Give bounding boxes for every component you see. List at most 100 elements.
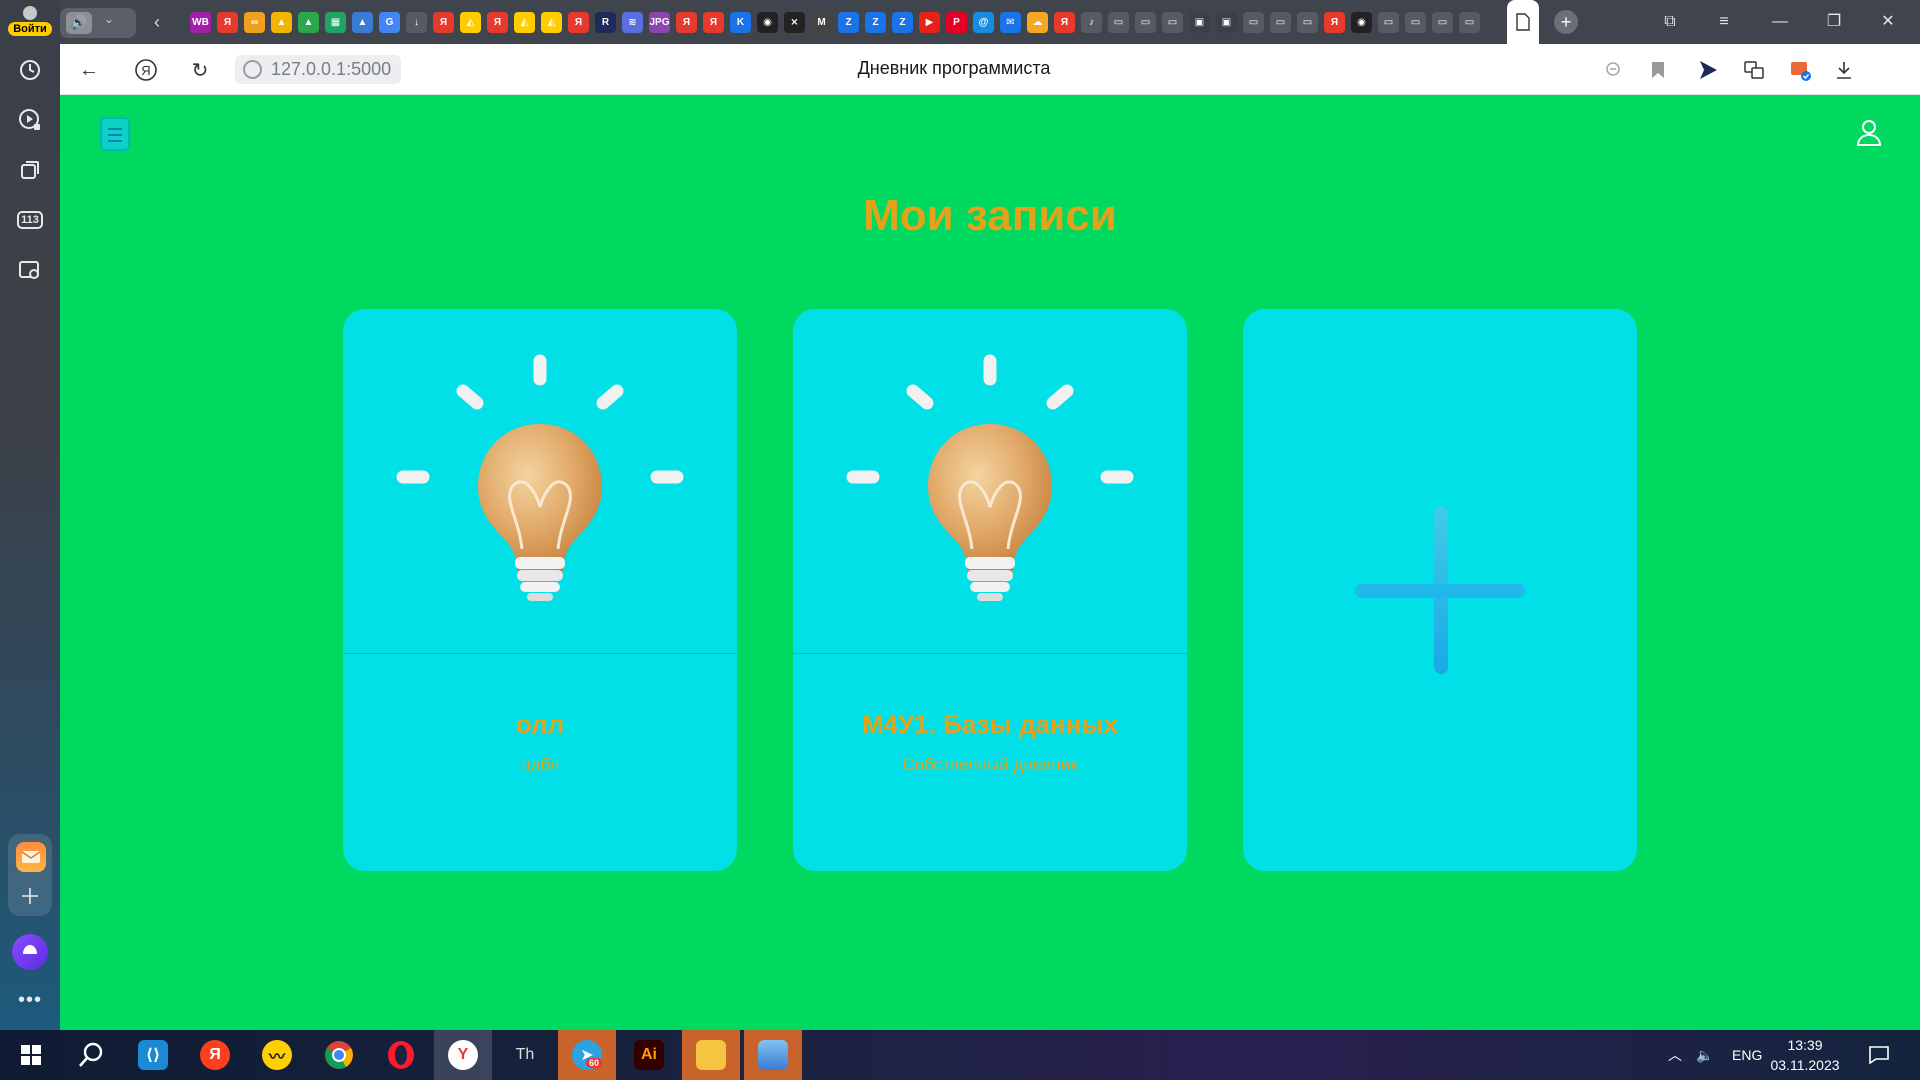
pinned-tab-favicon[interactable]: ▣ [1216, 12, 1237, 33]
clock[interactable]: 13:39 03.11.2023 [1770, 1035, 1840, 1075]
pinned-tab-favicon[interactable]: ≋ [622, 12, 643, 33]
pinned-tab-favicon[interactable]: ☁ [1027, 12, 1048, 33]
yandex-market-icon[interactable]: 〰 [248, 1030, 306, 1080]
pinned-tab-favicon[interactable]: ▦ [325, 12, 346, 33]
add-note-card[interactable] [1243, 309, 1637, 871]
pinned-tab-favicon[interactable]: ↓ [406, 12, 427, 33]
pinned-tab-favicon[interactable]: ▭ [1459, 12, 1480, 33]
pinned-tab-favicon[interactable]: ◉ [757, 12, 778, 33]
vscode-icon[interactable]: ⟨⟩ [124, 1030, 182, 1080]
pinned-tab-favicon[interactable]: K [730, 12, 751, 33]
pinned-tab-favicon[interactable]: ▶ [919, 12, 940, 33]
pinned-tab-favicon[interactable]: P [946, 12, 967, 33]
pinned-tab-favicon[interactable]: ◉ [1351, 12, 1372, 33]
screenshot-icon[interactable] [16, 256, 44, 284]
pinned-tab-favicon[interactable]: Я [1054, 12, 1075, 33]
search-icon[interactable] [62, 1030, 120, 1080]
chrome-icon[interactable] [310, 1030, 368, 1080]
translate-icon[interactable] [1740, 56, 1768, 84]
language-indicator[interactable]: ENG [1732, 1030, 1762, 1080]
pinned-tab-favicon[interactable]: ▭ [1243, 12, 1264, 33]
photos-icon[interactable] [744, 1030, 802, 1080]
new-tab-button[interactable]: + [1554, 10, 1578, 34]
pinned-tab-favicon[interactable]: ▭ [1378, 12, 1399, 33]
add-icon[interactable] [16, 882, 44, 910]
yandex-icon[interactable]: Я [186, 1030, 244, 1080]
pinned-tab-favicon[interactable]: ▭ [1405, 12, 1426, 33]
telegram-icon[interactable]: ➤ 60 [558, 1030, 616, 1080]
badge-113-icon[interactable]: 113 [16, 206, 44, 234]
tab-active[interactable] [1507, 0, 1539, 44]
pinned-tab-favicon[interactable]: Я [487, 12, 508, 33]
notifications-icon[interactable] [1868, 1030, 1890, 1080]
pinned-tab-favicon[interactable]: Я [676, 12, 697, 33]
pinned-tab-favicon[interactable]: Z [892, 12, 913, 33]
pinned-tab-favicon[interactable]: ◭ [514, 12, 535, 33]
pinned-tab-favicon[interactable]: ✉ [1000, 12, 1021, 33]
chevron-down-icon[interactable]: ⌄ [104, 12, 114, 26]
alice-icon[interactable] [12, 934, 48, 970]
pinned-tab-favicon[interactable]: ▭ [1432, 12, 1453, 33]
pinned-tab-favicon[interactable]: Я [433, 12, 454, 33]
note-card[interactable]: М4У1. Базы данных Собственный дневник [793, 309, 1187, 871]
video-icon[interactable] [16, 106, 44, 134]
menu-icon[interactable]: ≡ [1706, 8, 1742, 36]
pinned-tab-favicon[interactable]: ◭ [541, 12, 562, 33]
pinned-tab-favicon[interactable]: R [595, 12, 616, 33]
extension-icon[interactable] [1786, 56, 1814, 84]
pinned-tab-favicon[interactable]: ▭ [1270, 12, 1291, 33]
close-icon[interactable]: ✕ [1870, 8, 1906, 36]
pinned-tab-favicon[interactable]: ∞ [244, 12, 265, 33]
pinned-tab-favicon[interactable]: WB [190, 12, 211, 33]
bookmark-icon[interactable] [1644, 56, 1672, 84]
pinned-tab-favicon[interactable]: M [811, 12, 832, 33]
pinned-tab-favicon[interactable]: ⨯ [784, 12, 805, 33]
downloads-icon[interactable] [1830, 56, 1858, 84]
reader-icon[interactable] [1600, 56, 1628, 84]
pinned-tab-favicon[interactable]: ▲ [352, 12, 373, 33]
login-button[interactable]: Войти [6, 4, 54, 42]
user-icon[interactable] [1856, 119, 1882, 147]
restore-icon[interactable]: ❐ [1816, 8, 1852, 36]
tabs-manager-icon[interactable]: ⧉ [1652, 8, 1688, 36]
mail-icon[interactable] [16, 842, 46, 872]
send-icon[interactable] [1694, 56, 1722, 84]
collections-icon[interactable] [16, 156, 44, 184]
pinned-tab-favicon[interactable]: Я [1324, 12, 1345, 33]
pinned-tab-favicon[interactable]: @ [973, 12, 994, 33]
pinned-tab-favicon[interactable]: ▲ [271, 12, 292, 33]
pinned-tab-favicon[interactable]: G [379, 12, 400, 33]
pinned-tab-favicon[interactable]: Я [568, 12, 589, 33]
opera-icon[interactable] [372, 1030, 430, 1080]
clock-date: 03.11.2023 [1770, 1057, 1840, 1073]
notes-logo-icon[interactable] [100, 117, 130, 151]
tray-chevron-icon[interactable]: ︿ [1668, 1030, 1682, 1080]
pinned-tab-favicon[interactable]: ▭ [1297, 12, 1318, 33]
pinned-tab-favicon[interactable]: ▭ [1162, 12, 1183, 33]
page-content: Мои записи олл лдбл М4У1. Базы данных Со… [60, 95, 1920, 1030]
pinned-tab-favicon[interactable]: Я [703, 12, 724, 33]
minimize-icon[interactable]: — [1762, 8, 1798, 36]
yandex-browser-icon[interactable]: Y [434, 1030, 492, 1080]
tab-scroll-left-icon[interactable]: ‹ [154, 12, 160, 33]
note-card[interactable]: олл лдбл [343, 309, 737, 871]
pinned-tab-favicon[interactable]: ◭ [460, 12, 481, 33]
pinned-tab-favicon[interactable]: ▲ [298, 12, 319, 33]
history-icon[interactable] [16, 56, 44, 84]
pinned-tab-favicon[interactable]: ♪ [1081, 12, 1102, 33]
pinned-tab-favicon[interactable]: ▭ [1135, 12, 1156, 33]
pinned-tab-favicon[interactable]: JPG [649, 12, 670, 33]
more-icon[interactable]: ••• [16, 986, 44, 1014]
pinned-tab-favicon[interactable]: Я [217, 12, 238, 33]
typora-icon[interactable]: Th [496, 1030, 554, 1080]
illustrator-icon[interactable]: Ai [620, 1030, 678, 1080]
volume-icon[interactable]: 🔈 [1696, 1030, 1713, 1080]
pinned-tab-favicon[interactable]: Z [865, 12, 886, 33]
speaker-icon[interactable]: 🔊 [66, 12, 92, 34]
pinned-tab-favicon[interactable]: Z [838, 12, 859, 33]
pinned-tab-favicon[interactable]: ▭ [1108, 12, 1129, 33]
tab-audio-group[interactable]: 🔊 ⌄ [60, 8, 136, 38]
pinned-tab-favicon[interactable]: ▣ [1189, 12, 1210, 33]
file-explorer-icon[interactable] [682, 1030, 740, 1080]
windows-start-icon[interactable] [2, 1030, 60, 1080]
